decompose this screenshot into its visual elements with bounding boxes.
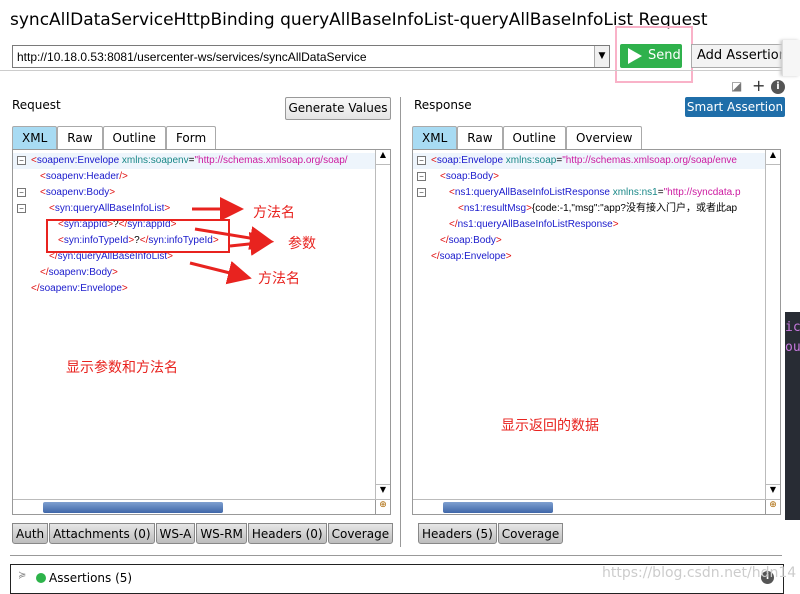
expand-chevron-icon[interactable]: ≽ — [18, 570, 26, 581]
annotation-method-name: 方法名 — [253, 205, 295, 221]
annotation-show-return: 显示返回的数据 — [501, 418, 599, 434]
annotation-method-name: 方法名 — [258, 271, 300, 287]
arrow-method-name-2 — [189, 260, 252, 285]
annotation-params: 参数 — [288, 236, 316, 252]
arrow-params-1 — [194, 226, 274, 250]
watermark: https://blog.csdn.net/hdn14 — [602, 565, 797, 581]
annotation-arrows — [189, 197, 274, 285]
arrow-params-2 — [229, 231, 274, 256]
assertions-label: Assertions (5) — [49, 571, 133, 585]
section-divider — [10, 555, 782, 556]
status-dot-icon — [36, 573, 46, 583]
annotation-show-params: 显示参数和方法名 — [66, 360, 178, 376]
